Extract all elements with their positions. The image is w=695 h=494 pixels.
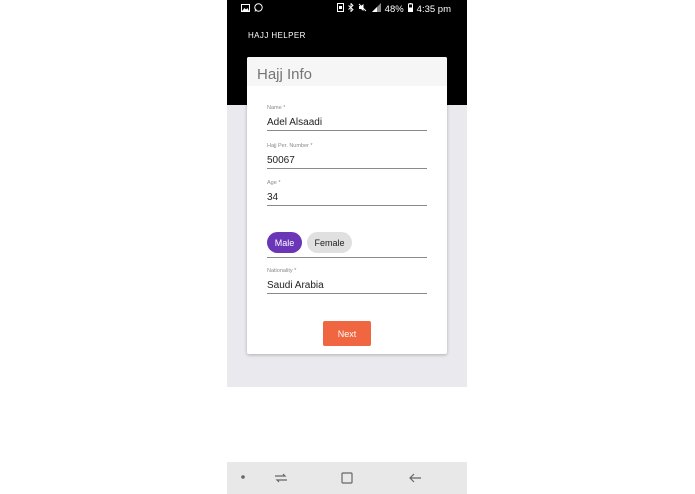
- age-label: Age *: [267, 180, 281, 186]
- bluetooth-icon: [347, 2, 354, 15]
- hajj-info-card: Hajj Info Name * Adel Alsaadi Hajj Per. …: [247, 57, 447, 354]
- age-value[interactable]: 34: [267, 192, 427, 205]
- name-value[interactable]: Adel Alsaadi: [267, 117, 427, 130]
- hajj-permit-label: Hajj Per. Number *: [267, 143, 313, 149]
- whatsapp-icon: [254, 3, 263, 15]
- card-title: Hajj Info: [257, 66, 313, 83]
- image-icon: [241, 3, 250, 15]
- battery-icon: [407, 3, 413, 15]
- name-label: Name *: [267, 105, 286, 111]
- nationality-label: Nationality *: [267, 268, 297, 274]
- clock: 4:35 pm: [416, 3, 451, 15]
- recent-apps-icon[interactable]: [274, 470, 288, 490]
- phone-screen: 48% 4:35 pm HAJJ HELPER Hajj Info Name *…: [227, 0, 467, 494]
- nationality-field[interactable]: Nationality * Saudi Arabia: [267, 268, 427, 294]
- nfc-icon: [336, 3, 344, 15]
- back-icon[interactable]: [408, 470, 422, 490]
- nationality-value[interactable]: Saudi Arabia: [267, 280, 427, 293]
- next-button[interactable]: Next: [323, 321, 371, 346]
- mute-icon: [358, 3, 367, 15]
- name-field[interactable]: Name * Adel Alsaadi: [267, 105, 427, 131]
- card-header: Hajj Info: [247, 57, 447, 86]
- hajj-permit-field[interactable]: Hajj Per. Number * 50067: [267, 143, 427, 169]
- age-field[interactable]: Age * 34: [267, 180, 427, 206]
- gender-male-chip[interactable]: Male: [267, 232, 302, 253]
- battery-percent: 48%: [384, 3, 404, 15]
- android-nav-bar: [227, 462, 467, 494]
- signal-icon: [371, 3, 381, 15]
- gender-female-chip[interactable]: Female: [307, 232, 352, 253]
- hajj-permit-value[interactable]: 50067: [267, 155, 427, 168]
- dot-icon: [241, 469, 245, 489]
- status-bar: 48% 4:35 pm: [227, 0, 467, 17]
- gender-selector: Male Female: [267, 232, 427, 258]
- home-icon[interactable]: [341, 470, 353, 490]
- app-title: HAJJ HELPER: [248, 31, 306, 40]
